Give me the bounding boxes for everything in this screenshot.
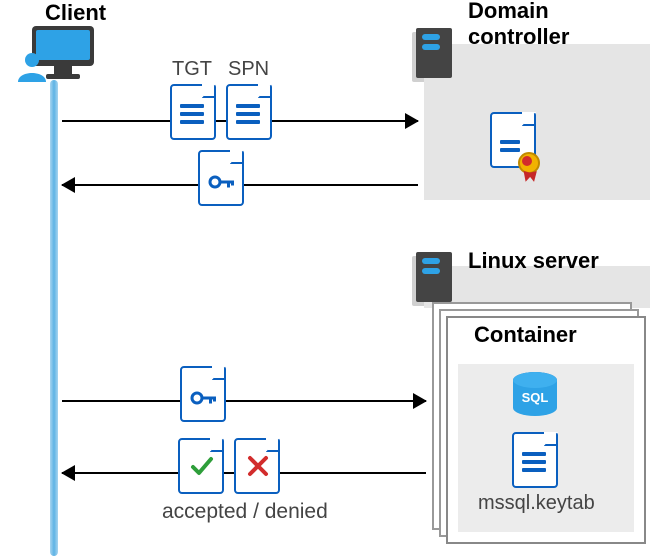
tgt-label: TGT: [172, 58, 212, 81]
certificate-icon: [490, 112, 536, 168]
arrow-client-to-linux: [62, 400, 426, 402]
domain-controller-title: Domain controller: [468, 0, 569, 51]
document-denied-icon: [234, 438, 280, 494]
document-keytab-icon: [512, 432, 558, 488]
server-icon: [416, 28, 452, 78]
status-label: accepted / denied: [162, 500, 328, 524]
document-tgt-icon: [170, 84, 216, 140]
kerberos-auth-diagram: Client Domain controller Linux server Co…: [0, 0, 660, 558]
checkmark-icon: [190, 454, 214, 478]
client-title: Client: [45, 0, 106, 26]
keytab-filename: mssql.keytab: [478, 492, 595, 515]
cross-icon: [246, 454, 270, 478]
linux-server-title: Linux server: [468, 248, 599, 274]
user-icon: [16, 50, 48, 82]
sql-azure-icon: SQL: [510, 370, 560, 420]
client-lifeline: [50, 80, 58, 556]
document-key-icon: [180, 366, 226, 422]
document-spn-icon: [226, 84, 272, 140]
document-key-icon: [198, 150, 244, 206]
server-icon: [416, 252, 452, 302]
svg-text:SQL: SQL: [522, 390, 549, 405]
document-accepted-icon: [178, 438, 224, 494]
spn-label: SPN: [228, 58, 269, 81]
container-title: Container: [474, 322, 577, 348]
